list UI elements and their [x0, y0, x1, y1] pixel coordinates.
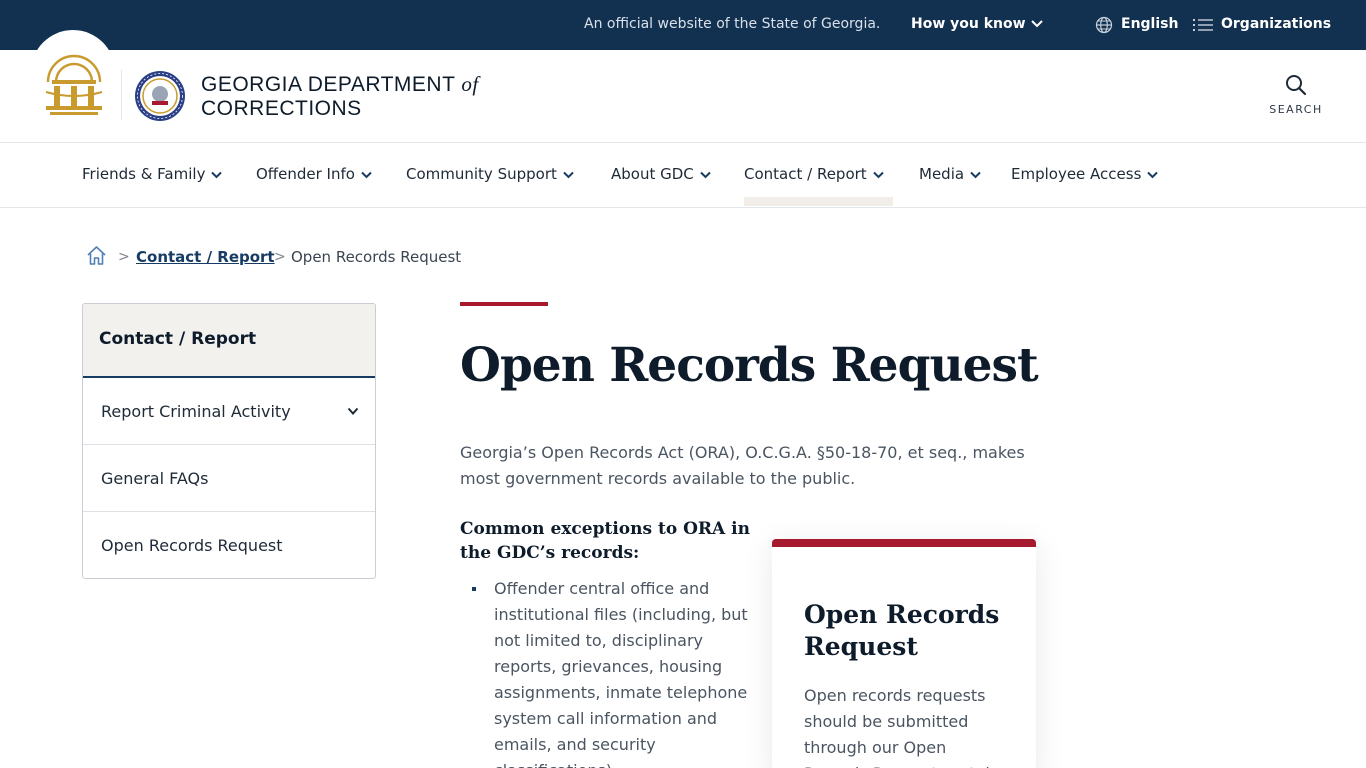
organizations-link[interactable]: Organizations	[1221, 16, 1331, 32]
site-header: GEORGIA DEPARTMENT of CORRECTIONS SEARCH	[0, 30, 1366, 143]
main-navigation: Friends & Family Offender Info Community…	[0, 143, 1366, 208]
nav-label: Community Support	[406, 165, 557, 183]
nav-contact-report[interactable]: Contact / Report	[744, 165, 884, 183]
sidebar-item-label: Report Criminal Activity	[101, 402, 291, 421]
section-sidebar: Contact / Report Report Criminal Activit…	[82, 303, 376, 579]
open-records-card: Open Records Request Open records reques…	[772, 539, 1036, 768]
breadcrumb-contact-report[interactable]: Contact / Report	[136, 248, 275, 266]
sidebar-item-label: General FAQs	[101, 469, 209, 488]
chevron-down-icon	[700, 171, 711, 178]
search-button[interactable]: SEARCH	[1262, 74, 1330, 122]
how-you-know-button[interactable]: How you know	[911, 16, 1026, 32]
site-title-line2: CORRECTIONS	[201, 97, 362, 120]
breadcrumb-separator: >	[118, 249, 130, 265]
nav-media[interactable]: Media	[919, 165, 981, 183]
breadcrumb-separator: >	[274, 249, 286, 265]
sidebar-item-label: Open Records Request	[101, 536, 283, 555]
list-icon[interactable]	[1193, 17, 1213, 33]
title-accent-line	[460, 302, 548, 306]
nav-employee-access[interactable]: Employee Access	[1011, 165, 1159, 183]
breadcrumb-current: Open Records Request	[291, 248, 462, 266]
site-title-line1: GEORGIA DEPARTMENT	[201, 73, 456, 96]
sidebar-heading[interactable]: Contact / Report	[83, 304, 375, 378]
nav-offender-info[interactable]: Offender Info	[256, 165, 372, 183]
nav-active-indicator	[744, 197, 893, 206]
chevron-down-icon[interactable]	[347, 407, 359, 416]
georgia-seal-logo[interactable]	[40, 42, 108, 118]
chevron-down-icon[interactable]	[1030, 18, 1044, 30]
card-title: Open Records Request	[804, 600, 1000, 661]
official-site-text: An official website of the State of Geor…	[584, 16, 881, 32]
official-banner: An official website of the State of Geor…	[0, 0, 1366, 50]
exceptions-list: Offender central office and institutiona…	[472, 576, 752, 768]
intro-paragraph: Georgia’s Open Records Act (ORA), O.C.G.…	[460, 443, 1025, 488]
card-text: Open records requests should be submitte…	[804, 686, 995, 768]
chevron-down-icon	[1147, 171, 1159, 178]
nav-label: Employee Access	[1011, 165, 1142, 183]
logo-divider	[121, 70, 122, 120]
site-title-of: of	[461, 72, 479, 96]
globe-icon[interactable]	[1095, 16, 1113, 34]
language-selector[interactable]: English	[1121, 16, 1178, 32]
search-icon	[1286, 75, 1307, 96]
nav-label: About GDC	[611, 165, 694, 183]
page-title: Open Records Request	[460, 338, 1039, 393]
nav-label: Contact / Report	[744, 165, 867, 183]
chevron-down-icon	[872, 171, 884, 178]
sidebar-item-open-records-request[interactable]: Open Records Request	[83, 512, 375, 578]
chevron-down-icon	[970, 171, 981, 178]
nav-friends-family[interactable]: Friends & Family	[82, 165, 223, 183]
nav-about-gdc[interactable]: About GDC	[611, 165, 711, 183]
chevron-down-icon	[211, 171, 223, 178]
chevron-down-icon	[563, 171, 574, 178]
site-title[interactable]: GEORGIA DEPARTMENT of CORRECTIONS	[201, 72, 479, 121]
search-label: SEARCH	[1269, 103, 1323, 116]
nav-label: Friends & Family	[82, 165, 206, 183]
nav-label: Media	[919, 165, 965, 183]
nav-community-support[interactable]: Community Support	[406, 165, 574, 183]
home-icon[interactable]	[86, 245, 107, 266]
chevron-down-icon	[361, 171, 372, 178]
nav-label: Offender Info	[256, 165, 355, 183]
gdc-seal-logo[interactable]	[134, 70, 186, 122]
sidebar-item-report-criminal-activity[interactable]: Report Criminal Activity	[83, 378, 375, 445]
sidebar-item-general-faqs[interactable]: General FAQs	[83, 445, 375, 512]
exceptions-heading: Common exceptions to ORA in the GDC’s re…	[460, 519, 750, 563]
list-item: Offender central office and institutiona…	[472, 576, 752, 768]
